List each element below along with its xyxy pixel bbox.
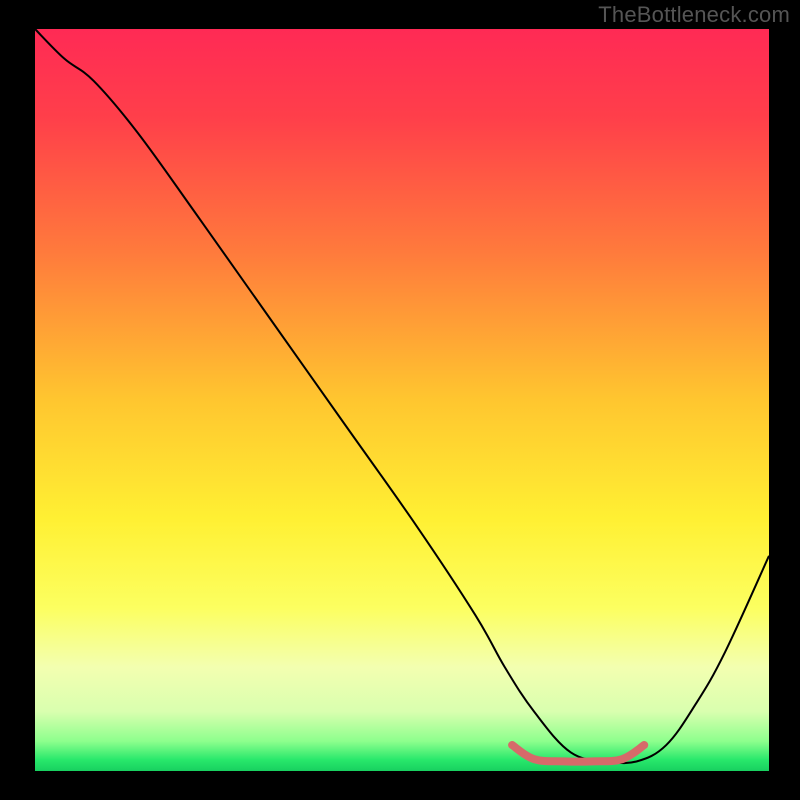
watermark-text: TheBottleneck.com: [598, 2, 790, 28]
bottleneck-chart: [0, 0, 800, 800]
plot-background: [35, 29, 769, 771]
chart-frame: TheBottleneck.com: [0, 0, 800, 800]
